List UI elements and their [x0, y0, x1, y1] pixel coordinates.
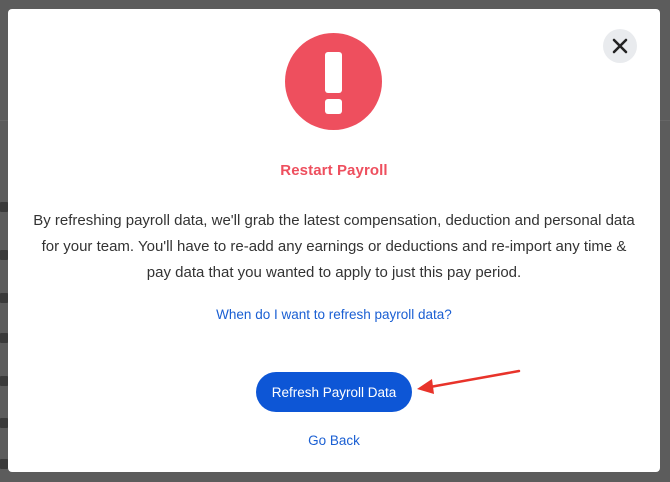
close-button[interactable]: [603, 29, 637, 63]
refresh-help-link[interactable]: When do I want to refresh payroll data?: [8, 307, 660, 322]
exclamation-icon: [325, 52, 342, 114]
background-text-fragment: [0, 333, 8, 343]
dialog-title: Restart Payroll: [280, 162, 388, 179]
background-text-fragment: [0, 293, 8, 303]
background-text-fragment: [0, 418, 8, 428]
go-back-link[interactable]: Go Back: [8, 433, 660, 448]
close-icon: [612, 38, 628, 54]
background-text-fragment: [0, 202, 8, 212]
background-text-fragment: [0, 459, 8, 469]
refresh-payroll-data-button[interactable]: Refresh Payroll Data: [256, 372, 412, 412]
background-text-fragment: [0, 376, 8, 386]
background-text-fragment: [0, 250, 8, 260]
restart-payroll-dialog: Restart Payroll By refreshing payroll da…: [8, 9, 660, 472]
alert-badge: [285, 33, 382, 130]
dialog-message: By refreshing payroll data, we'll grab t…: [33, 212, 635, 281]
